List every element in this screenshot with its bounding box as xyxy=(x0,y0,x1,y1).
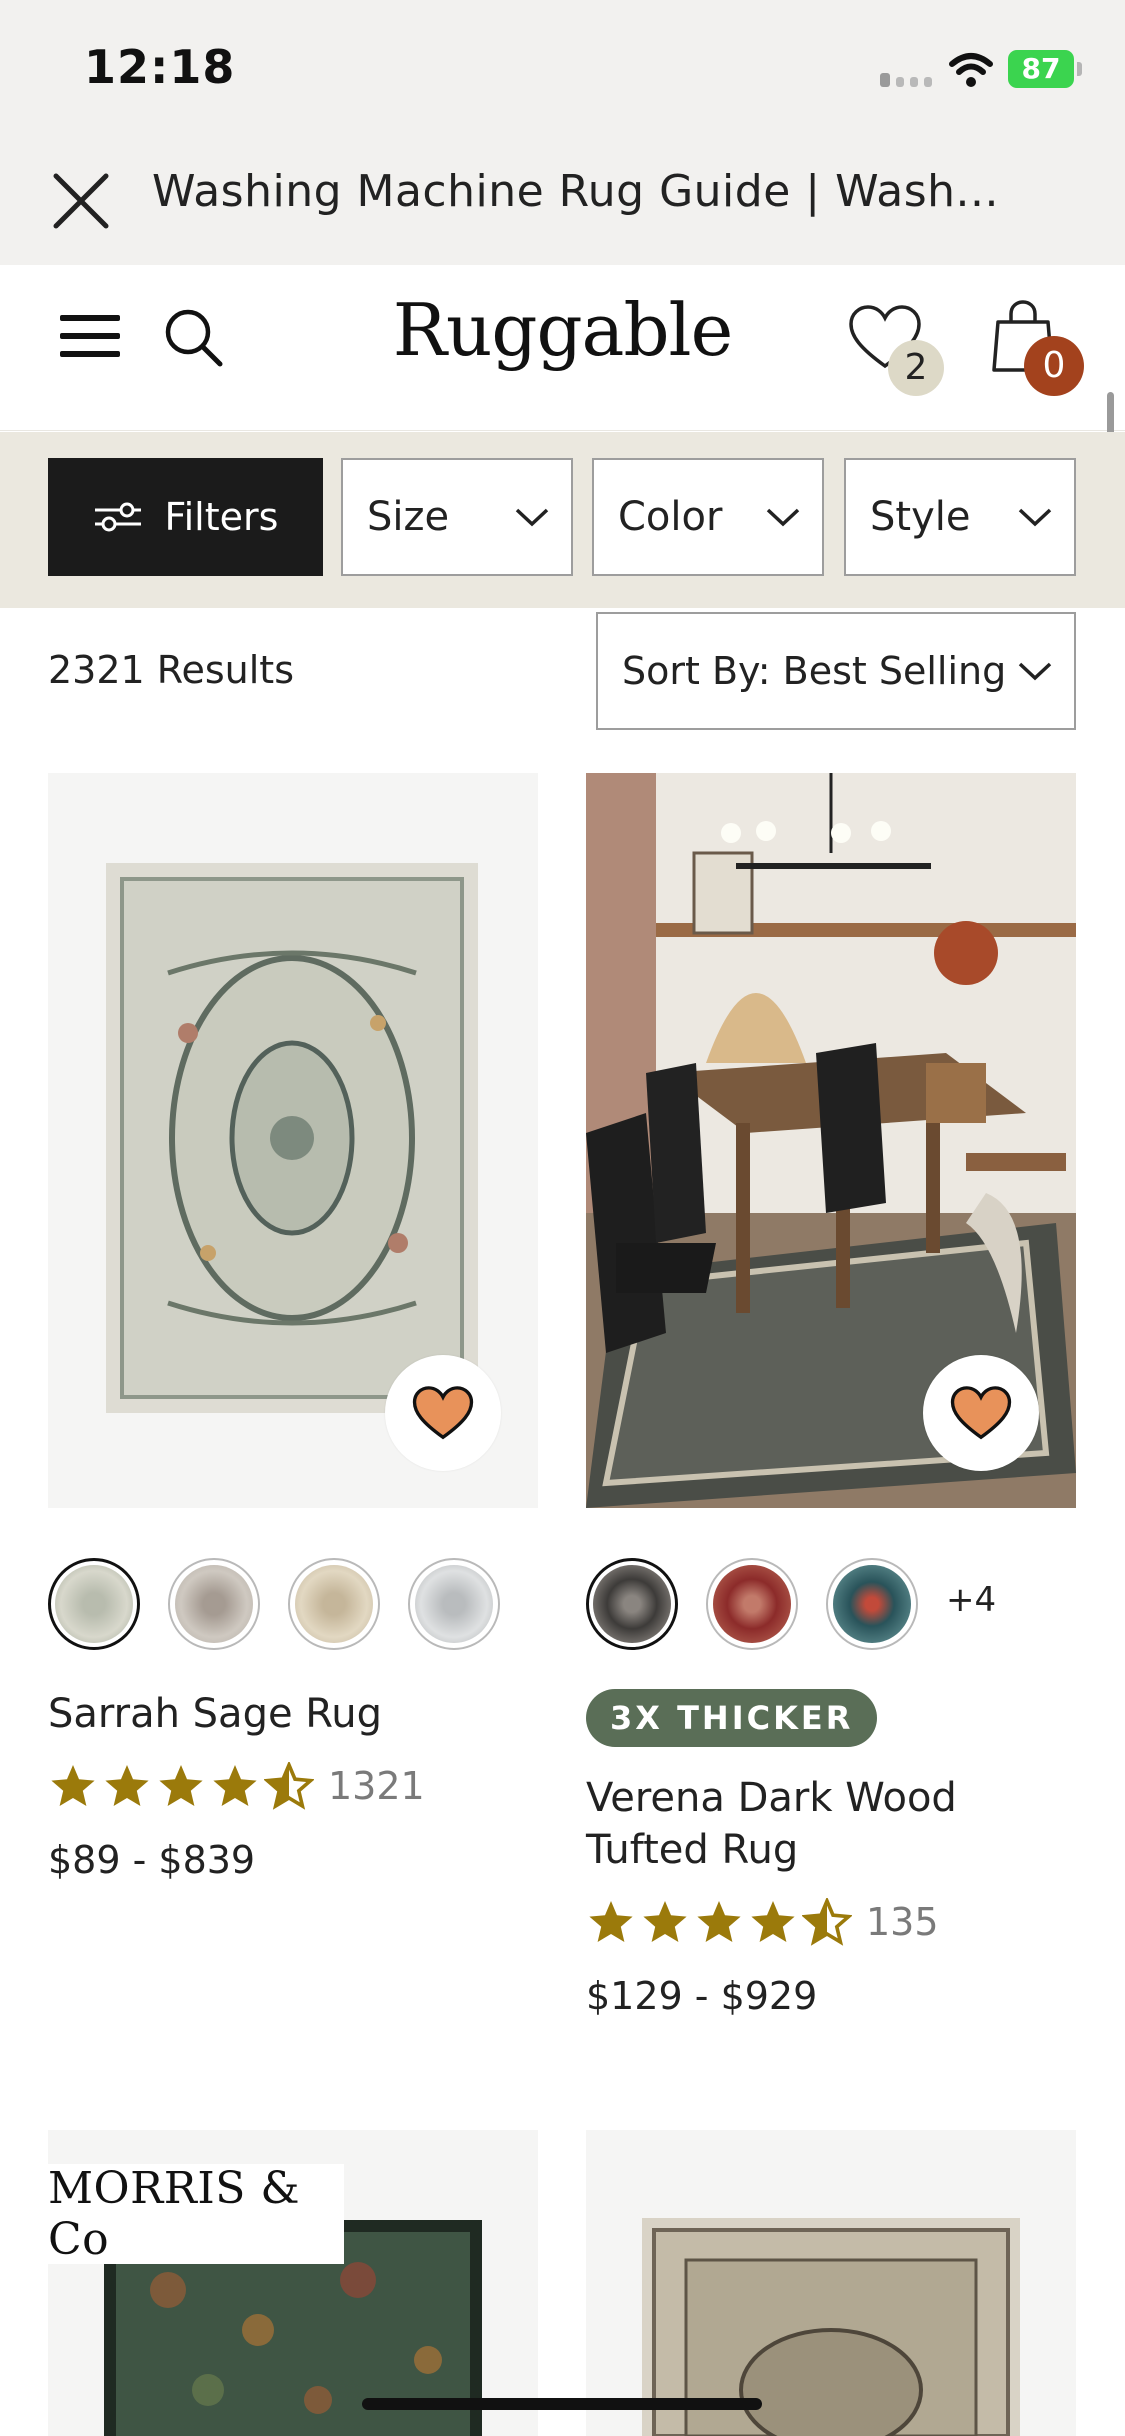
star-icon xyxy=(51,1765,95,1806)
size-dropdown-label: Size xyxy=(367,494,450,540)
half-star-icon xyxy=(264,1762,314,1810)
rating-stars: 1321 xyxy=(48,1762,425,1810)
swatch-fill xyxy=(713,1565,791,1643)
color-swatch[interactable] xyxy=(408,1558,500,1650)
swatch-fill xyxy=(55,1565,133,1643)
thicker-badge: 3X THICKER xyxy=(586,1689,878,1747)
swatch-fill xyxy=(175,1565,253,1643)
half-star-icon xyxy=(802,1898,852,1946)
chevron-down-icon xyxy=(1018,508,1052,527)
product-name[interactable]: Verena Dark Wood Tufted Rug xyxy=(586,1772,1076,1876)
wifi-icon xyxy=(949,53,993,87)
wishlist-count-badge: 2 xyxy=(888,340,944,396)
close-icon[interactable] xyxy=(50,170,112,232)
home-indicator[interactable] xyxy=(362,2398,762,2410)
more-colors-count[interactable]: +4 xyxy=(946,1580,996,1620)
favorite-button[interactable] xyxy=(385,1355,501,1471)
star-icon xyxy=(213,1765,257,1806)
battery-icon: 87 xyxy=(1008,50,1074,88)
size-dropdown[interactable]: Size xyxy=(341,458,573,576)
product-price: $89 - $839 xyxy=(48,1838,256,1882)
swatch-fill xyxy=(415,1565,493,1643)
chevron-down-icon xyxy=(1018,662,1052,681)
rug-image xyxy=(586,2130,1076,2436)
filters-label: Filters xyxy=(164,495,279,539)
color-dropdown[interactable]: Color xyxy=(592,458,824,576)
heart-icon xyxy=(950,1386,1012,1440)
sort-label: Sort By: Best Selling xyxy=(622,649,1007,693)
star-icon xyxy=(643,1901,687,1942)
browser-page-title: Washing Machine Rug Guide | Wash... xyxy=(152,166,999,217)
heart-icon xyxy=(412,1386,474,1440)
star-icon xyxy=(159,1765,203,1806)
swatch-fill xyxy=(833,1565,911,1643)
star-icon xyxy=(697,1901,741,1942)
review-count: 1321 xyxy=(328,1764,425,1808)
brand-tag: MORRIS & Co xyxy=(48,2163,344,2265)
results-count: 2321 Results xyxy=(48,648,294,692)
star-icon xyxy=(751,1901,795,1942)
swatch-fill xyxy=(593,1565,671,1643)
status-time: 12:18 xyxy=(84,40,236,94)
star-icon xyxy=(105,1765,149,1806)
color-swatch[interactable] xyxy=(168,1558,260,1650)
sliders-icon xyxy=(94,502,141,532)
style-dropdown[interactable]: Style xyxy=(844,458,1076,576)
color-dropdown-label: Color xyxy=(618,494,723,540)
ruggable-logo[interactable]: Ruggable xyxy=(0,288,1125,372)
color-swatch[interactable] xyxy=(288,1558,380,1650)
star-icon xyxy=(589,1901,633,1942)
rating-stars: 135 xyxy=(586,1898,939,1946)
style-dropdown-label: Style xyxy=(870,494,971,540)
product-price: $129 - $929 xyxy=(586,1974,818,2018)
swatch-fill xyxy=(295,1565,373,1643)
color-swatch[interactable] xyxy=(586,1558,678,1650)
product-name[interactable]: Sarrah Sage Rug xyxy=(48,1688,382,1740)
filters-button[interactable]: Filters xyxy=(48,458,323,576)
color-swatch[interactable] xyxy=(706,1558,798,1650)
sort-dropdown[interactable]: Sort By: Best Selling xyxy=(596,612,1076,730)
cellular-signal-icon xyxy=(880,72,938,91)
chevron-down-icon xyxy=(515,508,549,527)
favorite-button[interactable] xyxy=(923,1355,1039,1471)
cart-count-badge: 0 xyxy=(1024,336,1084,396)
product-image[interactable] xyxy=(586,2130,1076,2436)
battery-tip xyxy=(1077,62,1082,76)
color-swatch[interactable] xyxy=(48,1558,140,1650)
color-swatch[interactable] xyxy=(826,1558,918,1650)
chevron-down-icon xyxy=(766,508,800,527)
review-count: 135 xyxy=(866,1900,939,1944)
